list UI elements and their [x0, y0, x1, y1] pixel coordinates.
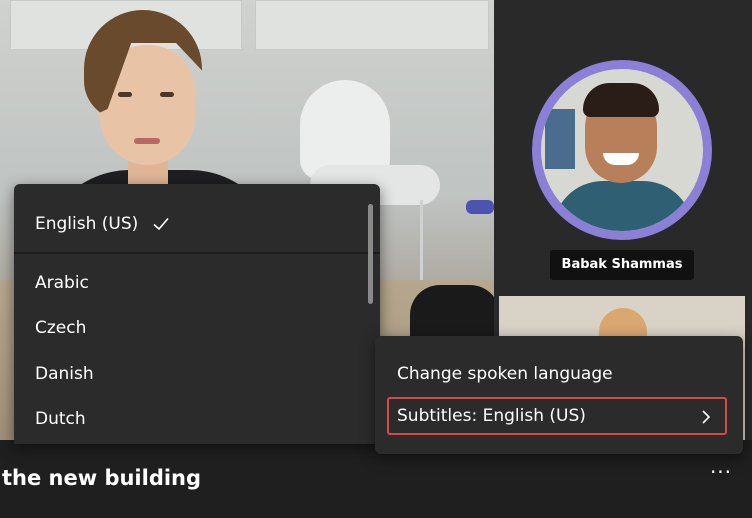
avatar-photo: [541, 69, 703, 231]
participant-eye: [160, 92, 174, 97]
subtitles-language-item[interactable]: Subtitles: English (US): [387, 397, 727, 435]
participant-eye: [118, 92, 132, 97]
chair-leg: [420, 200, 423, 280]
wall-panel: [255, 0, 489, 50]
background-frame: [545, 109, 575, 169]
language-option-selected[interactable]: English (US): [14, 198, 364, 250]
participant-name-tag: Babak Shammas: [550, 250, 694, 280]
language-label: Danish: [35, 364, 94, 384]
language-label: Dutch: [35, 409, 86, 429]
chevron-right-icon: [702, 410, 711, 424]
selected-language-label: English (US): [35, 214, 139, 234]
participant-lips: [134, 138, 160, 144]
language-label: Czech: [35, 318, 87, 338]
language-option-czech[interactable]: Czech: [14, 305, 364, 351]
subtitle-language-menu: English (US) Arabic Czech Danish Dutch: [14, 184, 380, 444]
menu-divider: [14, 252, 380, 254]
language-option-danish[interactable]: Danish: [14, 351, 364, 397]
avatar-shirt: [553, 181, 693, 231]
live-caption-text: the new building: [2, 466, 202, 490]
change-spoken-language-item[interactable]: Change spoken language: [375, 354, 743, 394]
language-option-arabic[interactable]: Arabic: [14, 260, 364, 306]
avatar-hair: [583, 83, 659, 117]
language-option-dutch[interactable]: Dutch: [14, 396, 364, 442]
menu-scrollbar[interactable]: [368, 204, 373, 304]
stool: [466, 200, 494, 214]
check-icon: [153, 217, 169, 231]
language-label: Arabic: [35, 273, 89, 293]
menu-item-label: Subtitles: English (US): [397, 406, 586, 426]
menu-item-label: Change spoken language: [397, 364, 613, 384]
speaker-avatar: [532, 60, 712, 240]
more-options-button[interactable]: ...: [704, 456, 738, 484]
captions-context-menu: Change spoken language Subtitles: Englis…: [375, 336, 743, 454]
